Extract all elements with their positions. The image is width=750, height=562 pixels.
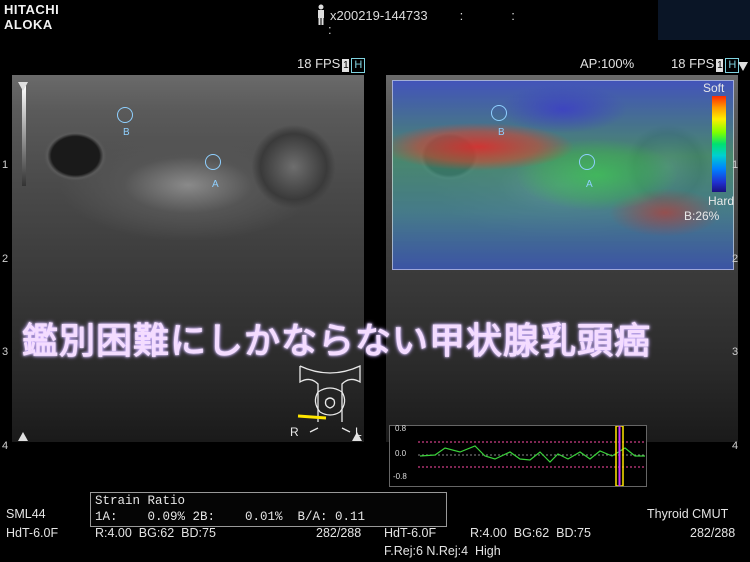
left-depth-3: 3 xyxy=(2,346,9,358)
preset-name: Thyroid CMUT xyxy=(647,507,729,521)
left-roi-b[interactable] xyxy=(117,107,133,123)
body-marker-l: L xyxy=(355,425,362,439)
left-frame-indicator: 1 xyxy=(342,59,350,72)
brand-line1: HITACHI xyxy=(4,2,60,17)
strain-ratio-title: Strain Ratio xyxy=(95,494,186,508)
colorbar-soft-label: Soft xyxy=(703,81,725,95)
right-fps-group: 18 FPS 1 H xyxy=(671,56,740,73)
right-roi-b[interactable] xyxy=(491,105,507,121)
right-frame-count: 282/288 xyxy=(690,526,736,540)
strain-ratio-values: 1A: 0.09% 2B: 0.01% B/A: 0.11 xyxy=(95,510,366,524)
person-icon xyxy=(318,4,324,25)
right-roi-a[interactable] xyxy=(579,154,595,170)
colorbar-b-percent: B:26% xyxy=(684,209,720,223)
left-hdt: HdT-6.0F xyxy=(6,526,59,540)
left-roi-a[interactable] xyxy=(205,154,221,170)
right-depth-1: 1 xyxy=(732,159,739,171)
right-fps: 18 FPS xyxy=(671,56,715,71)
left-roi-b-label: B xyxy=(123,127,130,138)
mid-params: R:4.00 BG:62 BD:75 xyxy=(470,526,591,540)
elasticity-colorbar xyxy=(712,96,726,192)
body-marker-r: R xyxy=(290,425,299,439)
gain-scale xyxy=(22,86,26,186)
brand-line2: ALOKA xyxy=(4,17,53,32)
header-sep-3: : xyxy=(328,22,332,37)
right-depth-2: 2 xyxy=(732,253,739,265)
header-sep-1: : xyxy=(459,7,464,23)
mid-hdt: HdT-6.0F xyxy=(384,526,437,540)
left-fps-group: 18 FPS 1 H xyxy=(297,56,366,73)
left-depth-2: 2 xyxy=(2,253,9,265)
left-frame-count: 282/288 xyxy=(316,526,362,540)
patient-info: x200219-144733 : : xyxy=(316,4,515,26)
caption-overlay: 鑑別困難にしかならない甲状腺乳頭癌 xyxy=(22,321,652,362)
left-roi-a-label: A xyxy=(212,179,219,190)
ap-label: AP:100% xyxy=(580,56,635,71)
left-fps: 18 FPS xyxy=(297,56,341,71)
chart-tick-bot: -0.8 xyxy=(393,472,407,481)
chart-tick-mid: 0.0 xyxy=(395,449,407,458)
strain-chart xyxy=(389,425,647,487)
right-depth-3: 3 xyxy=(732,346,739,358)
patient-id: x200219-144733 xyxy=(330,7,428,23)
right-roi-a-label: A xyxy=(586,179,593,190)
brand-logo: HITACHI ALOKA xyxy=(4,2,59,32)
left-depth-1: 1 xyxy=(2,159,9,171)
right-depth-4: 4 xyxy=(732,440,739,452)
right-top-marker-icon xyxy=(738,62,748,71)
strain-ratio-box: Strain Ratio 1A: 0.09% 2B: 0.01% B/A: 0.… xyxy=(90,492,447,527)
left-params: R:4.00 BG:62 BD:75 xyxy=(95,526,216,540)
left-depth-4: 4 xyxy=(2,440,9,452)
strain-chart-graph xyxy=(418,425,646,487)
rejection-params: F.Rej:6 N.Rej:4 High xyxy=(384,544,501,558)
left-mode-indicator: H xyxy=(351,58,366,73)
chart-tick-top: 0.8 xyxy=(395,424,407,433)
colorbar-hard-label: Hard xyxy=(708,194,735,208)
right-frame-indicator: 1 xyxy=(716,59,724,72)
header-sep-2: : xyxy=(511,7,515,23)
elastography-map[interactable] xyxy=(392,80,734,270)
right-roi-b-label: B xyxy=(498,127,505,138)
left-bottom-marker-icon xyxy=(18,432,28,441)
top-right-panel xyxy=(658,0,750,40)
probe-name: SML44 xyxy=(6,507,46,521)
left-top-marker-icon xyxy=(18,82,28,91)
